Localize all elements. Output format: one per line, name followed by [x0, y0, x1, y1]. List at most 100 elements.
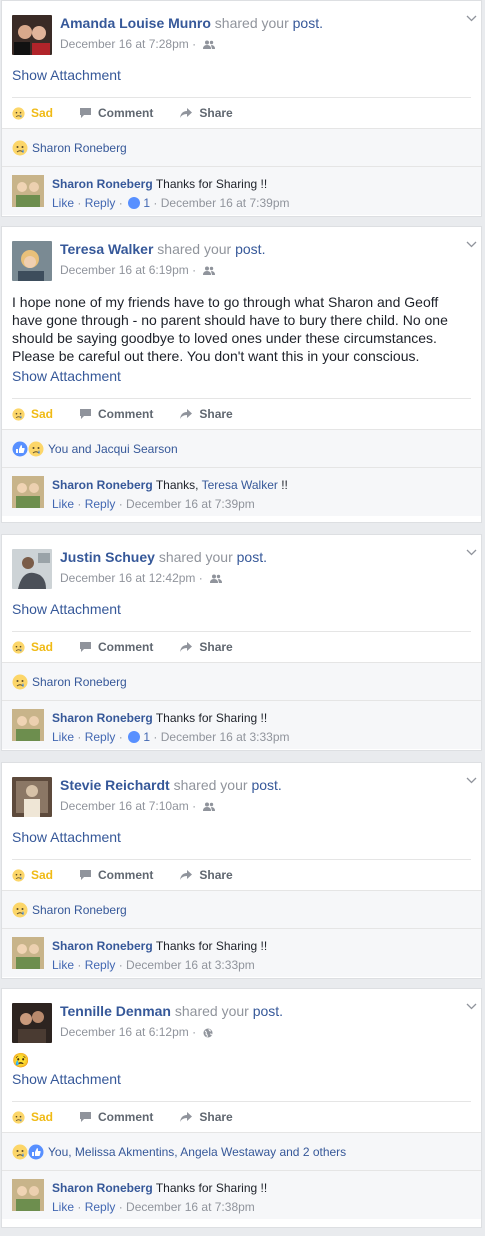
comment-icon: [80, 870, 92, 880]
like-count-icon: [128, 197, 141, 209]
reaction-names[interactable]: Sharon Roneberg: [32, 903, 127, 917]
sad-face-icon: [12, 140, 28, 155]
commenter-avatar[interactable]: [12, 709, 44, 741]
comment-author[interactable]: Sharon Roneberg: [52, 939, 153, 953]
post-link[interactable]: post.: [253, 1003, 283, 1019]
commenter-avatar[interactable]: [12, 476, 44, 508]
post-link[interactable]: post.: [251, 777, 281, 793]
chevron-down-icon[interactable]: [466, 1003, 477, 1010]
comment-author[interactable]: Sharon Roneberg: [52, 711, 153, 725]
post-link[interactable]: post.: [237, 549, 267, 565]
reaction-names[interactable]: You, Melissa Akmentins, Angela Westaway …: [48, 1145, 346, 1159]
share-button[interactable]: Share: [179, 868, 233, 882]
tagged-user[interactable]: Teresa Walker: [202, 478, 278, 492]
like-comment-button[interactable]: Like: [52, 730, 74, 744]
post-card: Justin Schuey shared your post. December…: [1, 534, 482, 751]
post-body: 😢: [12, 1052, 30, 1068]
shared-text: shared your: [173, 777, 248, 793]
author-name[interactable]: Justin Schuey: [60, 549, 155, 565]
friends-icon[interactable]: [210, 574, 223, 584]
reaction-summary[interactable]: You, Melissa Akmentins, Angela Westaway …: [2, 1133, 481, 1171]
avatar[interactable]: [12, 1003, 52, 1043]
friends-icon[interactable]: [203, 40, 216, 50]
chevron-down-icon[interactable]: [466, 777, 477, 784]
comment-button[interactable]: Comment: [79, 868, 153, 882]
friends-icon[interactable]: [203, 802, 216, 812]
comment-timestamp[interactable]: December 16 at 7:38pm: [126, 1200, 255, 1214]
comment-author[interactable]: Sharon Roneberg: [52, 1181, 153, 1195]
comment-button[interactable]: Comment: [79, 1110, 153, 1124]
like-comment-button[interactable]: Like: [52, 497, 74, 511]
comment-timestamp[interactable]: December 16 at 7:39pm: [161, 196, 290, 210]
comment-timestamp[interactable]: December 16 at 3:33pm: [126, 958, 255, 972]
feedback-area: Sharon Roneberg Sharon Roneberg Thanks f…: [2, 662, 481, 749]
sad-reaction-button[interactable]: Sad: [12, 1110, 53, 1124]
author-name[interactable]: Tennille Denman: [60, 1003, 171, 1019]
sad-face-icon: [12, 902, 28, 917]
sad-reaction-button[interactable]: Sad: [12, 640, 53, 654]
sad-reaction-button[interactable]: Sad: [12, 407, 53, 421]
author-name[interactable]: Stevie Reichardt: [60, 777, 170, 793]
avatar[interactable]: [12, 549, 52, 589]
comment-author[interactable]: Sharon Roneberg: [52, 478, 153, 492]
like-count[interactable]: 1: [143, 730, 150, 744]
chevron-down-icon[interactable]: [466, 549, 477, 556]
like-count[interactable]: 1: [143, 196, 150, 210]
reaction-summary[interactable]: Sharon Roneberg: [2, 891, 481, 929]
reply-button[interactable]: Reply: [85, 196, 116, 210]
reaction-names[interactable]: Sharon Roneberg: [32, 141, 127, 155]
chevron-down-icon[interactable]: [466, 241, 477, 248]
share-label: Share: [199, 1110, 233, 1124]
post-timestamp[interactable]: December 16 at 12:42pm: [60, 571, 195, 585]
post-timestamp[interactable]: December 16 at 7:28pm: [60, 37, 189, 51]
sad-reaction-button[interactable]: Sad: [12, 106, 53, 120]
share-button[interactable]: Share: [179, 407, 233, 421]
commenter-avatar[interactable]: [12, 937, 44, 969]
reaction-summary[interactable]: Sharon Roneberg: [2, 663, 481, 701]
reaction-summary[interactable]: You and Jacqui Searson: [2, 430, 481, 468]
share-button[interactable]: Share: [179, 640, 233, 654]
shared-text: shared your: [158, 549, 233, 565]
author-name[interactable]: Teresa Walker: [60, 241, 153, 257]
post-link[interactable]: post.: [235, 241, 265, 257]
reply-button[interactable]: Reply: [85, 497, 116, 511]
avatar[interactable]: [12, 241, 52, 281]
post-timestamp[interactable]: December 16 at 7:10am: [60, 799, 189, 813]
show-attachment-link[interactable]: Show Attachment: [2, 368, 481, 398]
commenter-avatar[interactable]: [12, 175, 44, 207]
comment-author[interactable]: Sharon Roneberg: [52, 177, 153, 191]
post-timestamp[interactable]: December 16 at 6:19pm: [60, 263, 189, 277]
show-attachment-link[interactable]: Show Attachment: [2, 67, 481, 97]
avatar[interactable]: [12, 777, 52, 817]
friends-icon[interactable]: [203, 266, 216, 276]
reply-button[interactable]: Reply: [85, 1200, 116, 1214]
share-button[interactable]: Share: [179, 106, 233, 120]
reaction-names[interactable]: Sharon Roneberg: [32, 675, 127, 689]
reaction-summary[interactable]: Sharon Roneberg: [2, 129, 481, 167]
show-attachment-link[interactable]: Show Attachment: [2, 601, 481, 631]
avatar[interactable]: [12, 15, 52, 55]
comment-button[interactable]: Comment: [79, 407, 153, 421]
action-bar: Sad Comment Share: [12, 398, 471, 429]
reaction-names[interactable]: You and Jacqui Searson: [48, 442, 178, 456]
sad-reaction-button[interactable]: Sad: [12, 868, 53, 882]
share-button[interactable]: Share: [179, 1110, 233, 1124]
show-attachment-link[interactable]: Show Attachment: [2, 1071, 481, 1101]
like-comment-button[interactable]: Like: [52, 1200, 74, 1214]
comment-button[interactable]: Comment: [79, 640, 153, 654]
commenter-avatar[interactable]: [12, 1179, 44, 1211]
reply-button[interactable]: Reply: [85, 730, 116, 744]
post-link[interactable]: post.: [293, 15, 323, 31]
comment-timestamp[interactable]: December 16 at 7:39pm: [126, 497, 255, 511]
comment-button[interactable]: Comment: [79, 106, 153, 120]
author-name[interactable]: Amanda Louise Munro: [60, 15, 211, 31]
globe-icon[interactable]: [203, 1028, 213, 1038]
comment-timestamp[interactable]: December 16 at 3:33pm: [161, 730, 290, 744]
like-comment-button[interactable]: Like: [52, 196, 74, 210]
post-timestamp[interactable]: December 16 at 6:12pm: [60, 1025, 189, 1039]
like-comment-button[interactable]: Like: [52, 958, 74, 972]
show-attachment-link[interactable]: Show Attachment: [2, 829, 481, 859]
share-icon: [180, 1112, 193, 1122]
reply-button[interactable]: Reply: [85, 958, 116, 972]
chevron-down-icon[interactable]: [466, 15, 477, 22]
